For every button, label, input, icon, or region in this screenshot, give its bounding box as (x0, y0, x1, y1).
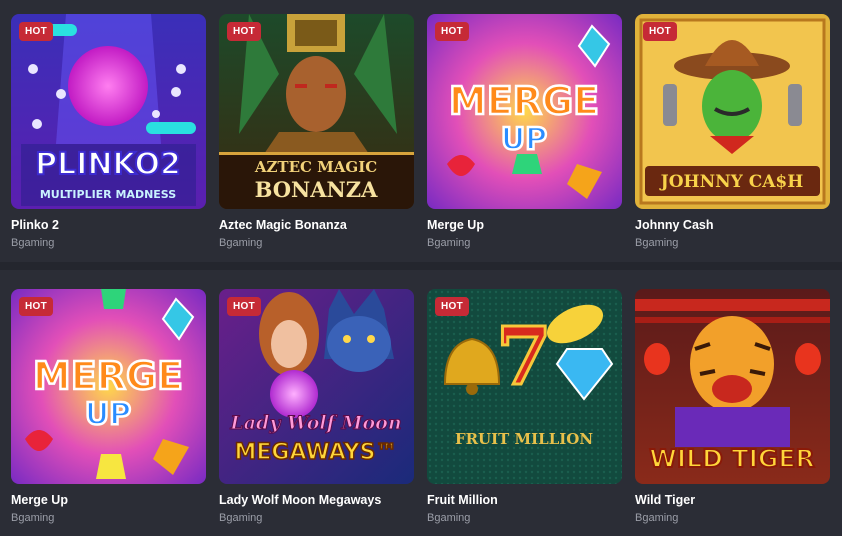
game-card-lady-wolf-moon-megaways[interactable]: Lady Wolf Moon MEGAWAYS™ HOT Lady Wolf M… (219, 289, 414, 524)
aztec-artwork: AZTEC MAGIC BONANZA (219, 14, 414, 209)
game-title[interactable]: Merge Up (427, 218, 622, 232)
art-subtitle: MEGAWAYS™ (235, 440, 398, 465)
art-title: MERGE (449, 79, 599, 123)
hot-badge: HOT (227, 297, 262, 316)
game-provider: Bgaming (427, 512, 471, 524)
game-provider: Bgaming (11, 237, 55, 249)
art-title: MERGE (33, 354, 183, 398)
game-thumbnail[interactable]: 7 FRUIT MILLION HOT (427, 289, 622, 484)
game-provider: Bgaming (427, 237, 471, 249)
art-subtitle: UP (501, 122, 547, 157)
game-provider: Bgaming (219, 512, 263, 524)
game-thumbnail[interactable]: JOHNNY CA$H HOT (635, 14, 830, 209)
game-title[interactable]: Fruit Million (427, 493, 622, 507)
merge-up-artwork: MERGE UP (11, 289, 206, 484)
game-thumbnail[interactable]: PLINKO2 MULTIPLIER MADNESS HOT (11, 14, 206, 209)
lady-wolf-moon-artwork: Lady Wolf Moon MEGAWAYS™ (219, 289, 414, 484)
game-thumbnail[interactable]: Lady Wolf Moon MEGAWAYS™ HOT (219, 289, 414, 484)
game-card-wild-tiger[interactable]: WILD TIGER Wild Tiger Bgaming (635, 289, 830, 524)
art-subtitle: UP (85, 397, 131, 432)
wild-tiger-artwork: WILD TIGER (635, 289, 830, 484)
art-subtitle: BONANZA (255, 177, 378, 202)
game-card-merge-up[interactable]: MERGE UP HOT Merge Up Bgaming (427, 14, 622, 249)
game-card-merge-up[interactable]: MERGE UP HOT Merge Up Bgaming (11, 289, 206, 524)
hot-badge: HOT (227, 22, 262, 41)
game-provider: Bgaming (11, 512, 55, 524)
game-provider: Bgaming (219, 237, 263, 249)
art-title: Lady Wolf Moon (229, 412, 401, 434)
game-title[interactable]: Johnny Cash (635, 218, 830, 232)
art-title: FRUIT MILLION (455, 430, 593, 448)
hot-badge: HOT (643, 22, 678, 41)
game-card-fruit-million[interactable]: 7 FRUIT MILLION HOT Fruit Million Bgamin… (427, 289, 622, 524)
game-title[interactable]: Lady Wolf Moon Megaways (219, 493, 414, 507)
row-divider (0, 262, 842, 270)
game-provider: Bgaming (635, 237, 679, 249)
game-thumbnail[interactable]: MERGE UP HOT (427, 14, 622, 209)
hot-badge: HOT (19, 22, 54, 41)
game-card-aztec-magic-bonanza[interactable]: AZTEC MAGIC BONANZA HOT Aztec Magic Bona… (219, 14, 414, 249)
game-title[interactable]: Wild Tiger (635, 493, 830, 507)
game-thumbnail[interactable]: MERGE UP HOT (11, 289, 206, 484)
johnny-cash-artwork: JOHNNY CA$H (635, 14, 830, 209)
art-title: PLINKO2 (35, 147, 181, 182)
art-title: WILD TIGER (649, 444, 814, 473)
hot-badge: HOT (435, 297, 470, 316)
art-title: AZTEC MAGIC (254, 158, 377, 176)
game-card-johnny-cash[interactable]: JOHNNY CA$H HOT Johnny Cash Bgaming (635, 14, 830, 249)
hot-badge: HOT (19, 297, 54, 316)
game-card-plinko-2[interactable]: PLINKO2 MULTIPLIER MADNESS HOT Plinko 2 … (11, 14, 206, 249)
svg-text:7: 7 (496, 309, 552, 403)
game-provider: Bgaming (635, 512, 679, 524)
game-title[interactable]: Aztec Magic Bonanza (219, 218, 414, 232)
game-title[interactable]: Merge Up (11, 493, 206, 507)
hot-badge: HOT (435, 22, 470, 41)
plinko-artwork: PLINKO2 MULTIPLIER MADNESS (11, 14, 206, 209)
game-title[interactable]: Plinko 2 (11, 218, 206, 232)
merge-up-artwork: MERGE UP (427, 14, 622, 209)
game-thumbnail[interactable]: WILD TIGER (635, 289, 830, 484)
fruit-million-artwork: 7 FRUIT MILLION (427, 289, 622, 484)
game-thumbnail[interactable]: AZTEC MAGIC BONANZA HOT (219, 14, 414, 209)
art-subtitle: MULTIPLIER MADNESS (40, 188, 176, 201)
art-title: JOHNNY CA$H (659, 172, 804, 192)
